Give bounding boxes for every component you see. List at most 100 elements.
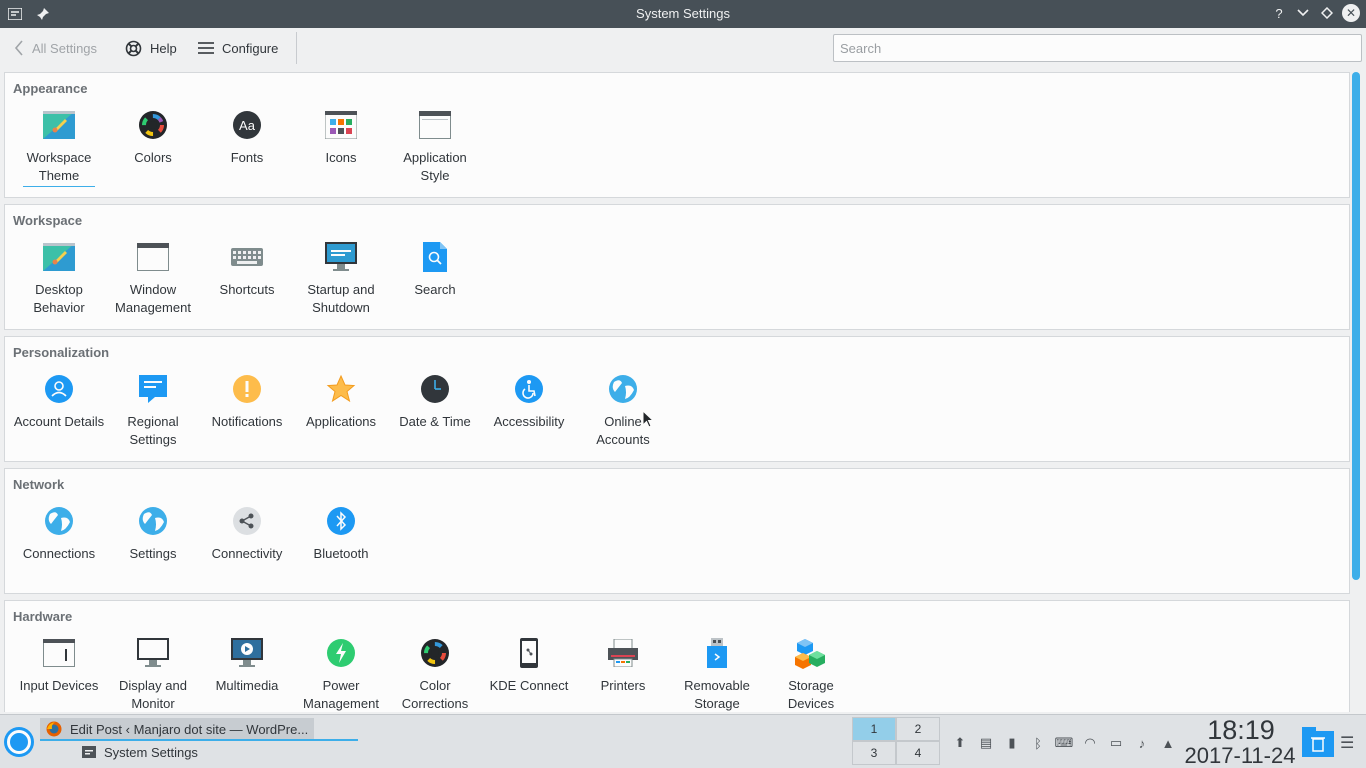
trash-icon[interactable] — [1302, 727, 1334, 757]
back-arrow-icon — [14, 40, 23, 56]
module-label: Icons — [325, 150, 357, 165]
help-context-icon[interactable]: ? — [1270, 4, 1288, 22]
module-applications[interactable]: Applications — [294, 367, 388, 449]
configure-label: Configure — [222, 40, 279, 56]
module-label: Settings — [129, 546, 177, 561]
update-icon[interactable]: ⬆ — [950, 733, 970, 753]
all-settings-label: All Settings — [32, 40, 98, 56]
module-bluetooth[interactable]: Bluetooth — [294, 499, 388, 563]
clipboard-icon[interactable]: ▤ — [976, 733, 996, 753]
module-date-time[interactable]: Date & Time — [388, 367, 482, 449]
vertical-scrollbar[interactable] — [1352, 72, 1360, 580]
category-personalization: Personalization Account Details Regional… — [4, 336, 1350, 462]
module-icons[interactable]: Icons — [294, 103, 388, 187]
search-input[interactable] — [833, 34, 1362, 62]
module-workspace-theme[interactable]: Workspace Theme — [12, 103, 106, 187]
module-network-settings[interactable]: Settings — [106, 499, 200, 563]
task-label: Edit Post ‹ Manjaro dot site — WordPre..… — [70, 721, 309, 737]
module-label: Shortcuts — [219, 282, 275, 297]
module-fonts[interactable]: Aa Fonts — [200, 103, 294, 187]
workspace-theme-icon — [41, 107, 77, 143]
desktop-2[interactable]: 2 — [896, 717, 940, 741]
clock-date[interactable]: 2017-11-24 — [1178, 743, 1302, 768]
input-devices-icon — [41, 635, 77, 671]
module-storage-devices[interactable]: Storage Devices — [764, 631, 858, 712]
desktop-4[interactable]: 4 — [896, 741, 940, 765]
task-firefox[interactable]: Edit Post ‹ Manjaro dot site — WordPre..… — [40, 718, 315, 740]
firefox-icon — [46, 721, 62, 737]
module-input-devices[interactable]: Input Devices — [12, 631, 106, 712]
desktop-3[interactable]: 3 — [852, 741, 896, 765]
module-power-management[interactable]: Power Management — [294, 631, 388, 712]
module-display-monitor[interactable]: Display and Monitor — [106, 631, 200, 712]
category-title: Appearance — [13, 81, 88, 96]
keyboard-icon — [229, 239, 265, 275]
module-label: Search — [414, 282, 456, 297]
module-label: Printers — [600, 678, 646, 693]
account-icon — [41, 371, 77, 407]
regional-icon — [135, 371, 171, 407]
close-icon[interactable]: ✕ — [1342, 4, 1360, 22]
configure-button[interactable]: Configure — [198, 36, 278, 60]
module-removable-storage[interactable]: Removable Storage — [670, 631, 764, 712]
module-color-corrections[interactable]: Color Corrections — [388, 631, 482, 712]
module-label: Bluetooth — [313, 546, 369, 561]
tray-expand-icon[interactable]: ▲ — [1158, 733, 1178, 753]
module-colors[interactable]: Colors — [106, 103, 200, 187]
module-search[interactable]: Search — [388, 235, 482, 317]
module-shortcuts[interactable]: Shortcuts — [200, 235, 294, 317]
module-startup-shutdown[interactable]: Startup and Shutdown — [294, 235, 388, 317]
maximize-icon[interactable] — [1318, 4, 1336, 22]
search-icon — [417, 239, 453, 275]
multimedia-icon — [229, 635, 265, 671]
module-account-details[interactable]: Account Details — [12, 367, 106, 449]
storage-icon — [793, 635, 829, 671]
battery-icon[interactable]: ▭ — [1106, 733, 1126, 753]
minimize-icon[interactable] — [1294, 4, 1312, 22]
module-kde-connect[interactable]: KDE Connect — [482, 631, 576, 712]
category-title: Workspace — [13, 213, 83, 228]
window-management-icon — [135, 239, 171, 275]
module-regional-settings[interactable]: Regional Settings — [106, 367, 200, 449]
share-icon — [229, 503, 265, 539]
module-application-style[interactable]: Application Style — [388, 103, 482, 187]
help-button[interactable]: Help — [125, 36, 177, 60]
module-label: Date & Time — [399, 414, 471, 429]
icons-icon — [323, 107, 359, 143]
globe-icon — [41, 503, 77, 539]
module-notifications[interactable]: Notifications — [200, 367, 294, 449]
module-accessibility[interactable]: Accessibility — [482, 367, 576, 449]
module-label: Regional Settings — [127, 414, 179, 447]
module-desktop-behavior[interactable]: Desktop Behavior — [12, 235, 106, 317]
module-connections[interactable]: Connections — [12, 499, 106, 563]
module-multimedia[interactable]: Multimedia — [200, 631, 294, 712]
color-correction-icon — [417, 635, 453, 671]
keyboard-layout-icon[interactable]: ⌨ — [1054, 733, 1074, 753]
clock-icon — [417, 371, 453, 407]
module-label: Application Style — [403, 150, 467, 183]
module-label: Multimedia — [215, 678, 279, 693]
panel-menu-icon[interactable]: ☰ — [1340, 733, 1354, 753]
toolbar: All Settings Help Configure — [0, 28, 1366, 68]
module-label: Applications — [305, 414, 377, 429]
volume-icon[interactable]: ♪ — [1132, 733, 1152, 753]
module-connectivity[interactable]: Connectivity — [200, 499, 294, 563]
star-icon — [323, 371, 359, 407]
module-label: Input Devices — [19, 678, 99, 693]
task-system-settings[interactable]: System Settings — [82, 741, 198, 763]
clock-time[interactable]: 18:19 — [1188, 715, 1294, 746]
module-label: Window Management — [115, 282, 191, 315]
usb-drive-icon[interactable]: ▮ — [1002, 733, 1022, 753]
module-printers[interactable]: Printers — [576, 631, 670, 712]
application-launcher-icon[interactable] — [4, 727, 34, 757]
all-settings-button[interactable]: All Settings — [14, 36, 97, 60]
desktop-1[interactable]: 1 — [852, 717, 896, 741]
help-label: Help — [150, 40, 177, 56]
module-window-management[interactable]: Window Management — [106, 235, 200, 317]
globe-icon — [135, 503, 171, 539]
bluetooth-tray-icon[interactable]: ᛒ — [1028, 733, 1048, 753]
wifi-icon[interactable]: ◠ — [1080, 733, 1100, 753]
category-title: Personalization — [13, 345, 110, 360]
module-online-accounts[interactable]: Online Accounts — [576, 367, 670, 449]
module-label: Workspace Theme — [23, 149, 95, 187]
